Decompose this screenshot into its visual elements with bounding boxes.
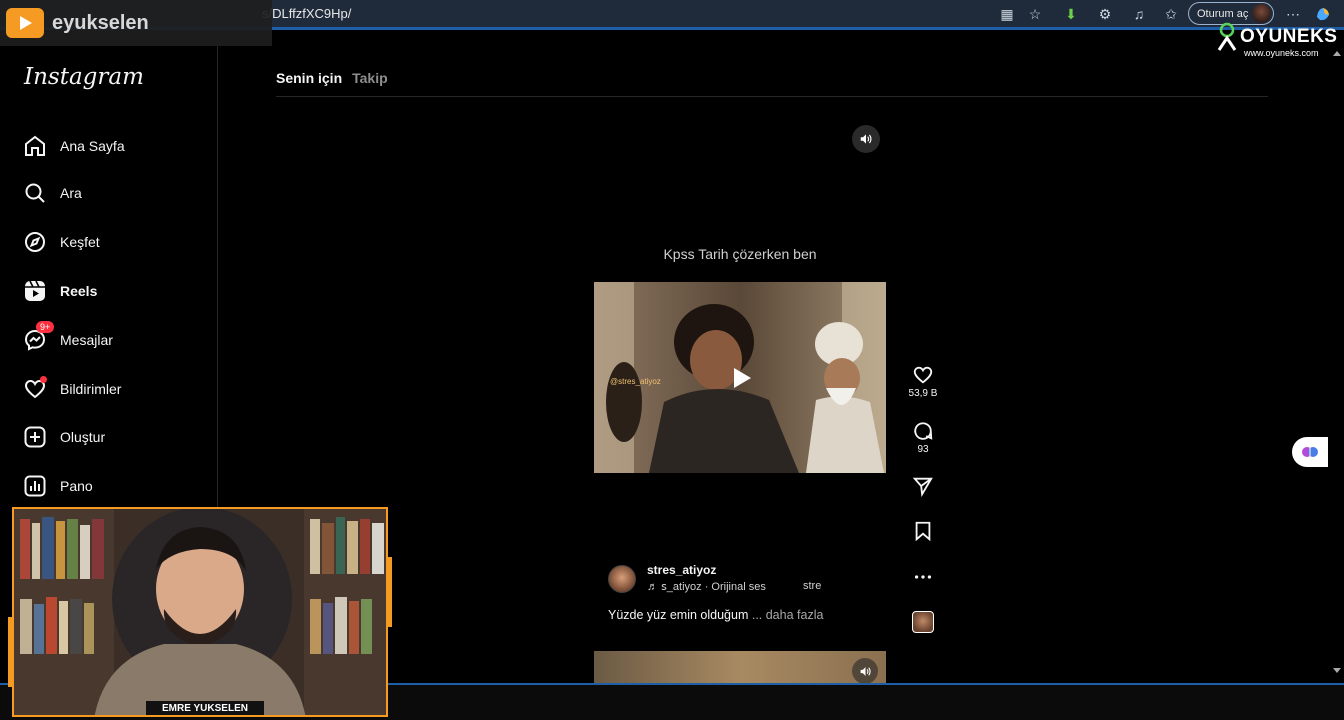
webcam-overlay: EMRE YUKSELEN bbox=[12, 507, 388, 717]
sidebar-item-label: Ara bbox=[60, 185, 82, 201]
sidebar-item-explore[interactable]: Keşfet bbox=[22, 224, 202, 260]
play-logo-icon bbox=[6, 8, 44, 38]
messenger-icon: 9+ bbox=[22, 321, 55, 353]
share-button[interactable] bbox=[908, 475, 938, 497]
sidebar-item-label: Reels bbox=[60, 283, 98, 299]
tab-divider bbox=[276, 96, 1268, 97]
save-button[interactable] bbox=[908, 520, 938, 542]
comment-button[interactable]: 93 bbox=[908, 420, 938, 455]
reels-icon bbox=[22, 278, 48, 304]
heart-icon bbox=[913, 366, 933, 384]
favorite-star-icon[interactable]: ☆ bbox=[1026, 5, 1044, 23]
dashboard-icon bbox=[22, 473, 48, 499]
sidebar-item-label: Bildirimler bbox=[60, 381, 122, 397]
author-avatar[interactable] bbox=[608, 565, 636, 593]
sidebar-item-label: Ana Sayfa bbox=[60, 138, 125, 154]
play-icon[interactable] bbox=[729, 366, 753, 390]
next-reel-preview[interactable] bbox=[594, 651, 886, 685]
description-text: Yüzde yüz emin olduğum bbox=[608, 608, 749, 622]
instagram-logo[interactable]: Instagram bbox=[24, 64, 144, 90]
audio-label[interactable]: ♬ ꜱ_atiyoz · Orijinal ses bbox=[647, 580, 766, 593]
sidebar-item-create[interactable]: Oluştur bbox=[22, 419, 202, 455]
app-grid-icon[interactable]: ▦ bbox=[998, 5, 1016, 23]
sponsor-logo: OYUNEKS www.oyuneks.com bbox=[1214, 18, 1340, 60]
tab-for-you[interactable]: Senin için bbox=[276, 70, 342, 86]
sidebar-item-label: Pano bbox=[60, 478, 93, 494]
channel-name: eyukselen bbox=[52, 12, 149, 34]
audio-name: ꜱ_atiyoz · Orijinal ses bbox=[661, 581, 766, 593]
send-icon bbox=[912, 477, 933, 497]
brain-icon bbox=[1302, 447, 1318, 457]
webcam-nameplate: EMRE YUKSELEN bbox=[146, 701, 264, 715]
comment-icon bbox=[914, 422, 933, 440]
address-bar-url[interactable]: s/DLffzfXC9Hp/ bbox=[262, 6, 351, 21]
sidebar-item-search[interactable]: Ara bbox=[22, 175, 202, 211]
more-dots-icon bbox=[914, 575, 932, 579]
sponsor-url: www.oyuneks.com bbox=[1244, 48, 1319, 58]
stream-channel-overlay: eyukselen bbox=[0, 0, 272, 46]
audio-thumbnail[interactable] bbox=[912, 611, 934, 633]
author-username[interactable]: stres_atiyoz bbox=[647, 563, 716, 577]
speaker-icon bbox=[860, 134, 872, 144]
more-link[interactable]: ... daha fazla bbox=[752, 608, 824, 622]
media-icon[interactable]: ♫ bbox=[1130, 5, 1148, 23]
audio-ticker-tail: stre bbox=[803, 580, 822, 592]
sidebar-item-home[interactable]: Ana Sayfa bbox=[22, 128, 202, 164]
ai-assistant-button[interactable] bbox=[1292, 437, 1328, 467]
like-button[interactable]: 53,9 B bbox=[908, 364, 938, 399]
webcam-feed bbox=[14, 509, 386, 715]
video-watermark: @stres_atiyoz bbox=[610, 377, 661, 386]
sidebar-item-label: Oluştur bbox=[60, 429, 106, 445]
home-icon bbox=[22, 133, 48, 159]
heart-icon bbox=[22, 376, 48, 402]
next-mute-button[interactable] bbox=[852, 658, 878, 684]
favorites-icon[interactable]: ✩ bbox=[1162, 5, 1180, 23]
plus-square-icon bbox=[22, 424, 48, 450]
tab-following[interactable]: Takip bbox=[352, 70, 388, 86]
notification-dot bbox=[40, 376, 47, 383]
bookmark-icon bbox=[915, 521, 931, 542]
sidebar-item-reels[interactable]: Reels bbox=[22, 273, 202, 309]
speaker-icon bbox=[860, 666, 871, 676]
sidebar-item-messages[interactable]: 9+ Mesajlar bbox=[22, 321, 202, 358]
sidebar-item-notifications[interactable]: Bildirimler bbox=[22, 371, 202, 407]
feed-tabs: Senin için Takip bbox=[276, 70, 388, 86]
reel-description: Yüzde yüz emin olduğum ... daha fazla bbox=[608, 608, 823, 622]
sponsor-name: OYUNEKS bbox=[1240, 26, 1338, 47]
comment-count: 93 bbox=[917, 444, 929, 455]
sidebar-item-dashboard[interactable]: Pano bbox=[22, 468, 202, 504]
sidebar-item-label: Keşfet bbox=[60, 234, 100, 250]
reel-caption-overlay: Kpss Tarih çözerken ben bbox=[663, 246, 817, 262]
extensions-icon[interactable]: ⚙ bbox=[1096, 5, 1114, 23]
download-icon[interactable]: ⬇ bbox=[1062, 5, 1080, 23]
more-options-button[interactable] bbox=[908, 566, 938, 588]
messages-badge: 9+ bbox=[36, 321, 55, 333]
sponsor-mark-icon bbox=[1217, 22, 1237, 51]
like-count: 53,9 B bbox=[908, 388, 938, 399]
search-icon bbox=[22, 180, 48, 206]
explore-icon bbox=[22, 229, 48, 255]
scrollbar-arrows bbox=[1333, 51, 1341, 673]
page-scrollbar[interactable] bbox=[1330, 46, 1344, 686]
mute-toggle-button[interactable] bbox=[852, 125, 880, 153]
sidebar-item-label: Mesajlar bbox=[60, 332, 113, 348]
